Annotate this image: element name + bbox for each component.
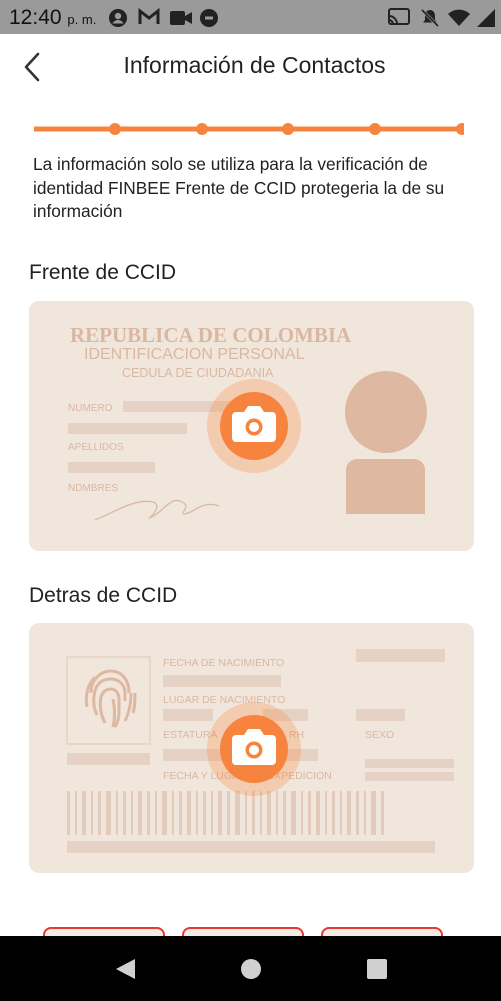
signal-icon: [477, 9, 495, 27]
gmail-icon: [138, 8, 160, 24]
nav-recents-icon[interactable]: [366, 958, 388, 980]
front-camera-button[interactable]: [207, 379, 301, 473]
front-field-numero: NUMERO: [68, 403, 113, 414]
front-section-label: Frente de CCID: [29, 261, 177, 284]
barcode-bar: [123, 791, 126, 835]
front-card-title2: IDENTIFICACION PERSONAL: [84, 346, 305, 363]
signature-sketch: [94, 499, 220, 521]
barcode-bar: [187, 791, 191, 835]
barcode-bar: [308, 791, 311, 835]
barcode-bar: [364, 791, 366, 835]
barcode-bar: [340, 791, 342, 835]
photo-body: [346, 459, 425, 514]
front-card-title3: CEDULA DE CIUDADANIA: [122, 366, 274, 380]
page-title: Información de Contactos: [123, 52, 386, 78]
barcode-bar: [179, 791, 182, 835]
record-icon: [200, 9, 218, 27]
progress-step-5: [456, 123, 464, 135]
barcode-bar: [162, 791, 167, 835]
barcode-bar: [211, 791, 213, 835]
barcode-bar: [147, 791, 150, 835]
progress-stepper: [34, 123, 464, 135]
barcode-bar: [267, 791, 271, 835]
barcode-bar: [203, 791, 206, 835]
barcode-bar: [252, 791, 255, 835]
barcode-bar: [155, 791, 157, 835]
barcode-bar: [75, 791, 77, 835]
back-camera-button[interactable]: [207, 702, 301, 796]
barcode-bar: [316, 791, 320, 835]
cast-icon: [388, 8, 410, 25]
notifications-off-icon: [420, 8, 440, 28]
barcode-bar: [381, 791, 384, 835]
barcode-bar: [301, 791, 303, 835]
barcode-bar: [245, 791, 247, 835]
front-id-card-upload[interactable]: REPUBLICA DE COLOMBIA IDENTIFICACION PER…: [29, 301, 474, 551]
app-bar: Información de Contactos: [0, 34, 501, 100]
camera-icon: [232, 406, 276, 442]
barcode-bar: [138, 791, 142, 835]
progress-step-3: [282, 123, 294, 135]
barcode-bar: [172, 791, 174, 835]
barcode-bar: [325, 791, 327, 835]
barcode-bar: [283, 791, 286, 835]
front-card-title1: REPUBLICA DE COLOMBIA: [70, 323, 352, 347]
camera-icon: [232, 729, 276, 765]
barcode-bar: [235, 791, 240, 835]
progress-step-4: [369, 123, 381, 135]
barcode-bar: [227, 791, 230, 835]
photo-head: [345, 371, 427, 453]
back-field-sexo: SEXO: [365, 729, 394, 741]
system-nav-bar: [0, 936, 501, 1001]
barcode-bar: [91, 791, 93, 835]
wifi-icon: [448, 9, 470, 26]
barcode-bar: [131, 791, 133, 835]
next-section-peek: [0, 925, 501, 936]
barcode-bar: [98, 791, 101, 835]
barcode-bar: [347, 791, 351, 835]
progress-step-1: [109, 123, 121, 135]
nav-back-icon[interactable]: [113, 957, 137, 981]
barcode-bar: [218, 791, 222, 835]
upload-tile-3[interactable]: [321, 927, 443, 936]
front-field-nombres: NDMBRES: [68, 483, 118, 494]
nav-home-icon[interactable]: [240, 958, 262, 980]
barcode-bar: [371, 791, 376, 835]
info-description: La información solo se utiliza para la v…: [33, 154, 445, 221]
upload-tile-1[interactable]: [43, 927, 165, 936]
upload-tile-2[interactable]: [182, 927, 304, 936]
front-field-apellidos: APELLIDOS: [68, 442, 124, 453]
barcode-bar: [116, 791, 118, 835]
account-icon: [109, 9, 127, 27]
barcode-bar: [106, 791, 111, 835]
barcode: [67, 791, 384, 835]
barcode-bar: [332, 791, 335, 835]
barcode-bar: [276, 791, 278, 835]
back-field-fecha-nacimiento: FECHA DE NACIMIENTO: [163, 657, 284, 669]
progress-step-2: [196, 123, 208, 135]
status-time: 12:40 p. m.: [9, 6, 97, 29]
barcode-bar: [356, 791, 359, 835]
status-bar: 12:40 p. m.: [0, 0, 501, 34]
back-section-label: Detras de CCID: [29, 584, 178, 607]
barcode-bar: [260, 791, 262, 835]
fingerprint-icon: [84, 669, 137, 728]
video-icon: [170, 11, 192, 25]
barcode-bar: [82, 791, 86, 835]
back-id-card-upload[interactable]: FECHA DE NACIMIENTO LUGAR DE NACIMIENTO …: [29, 623, 474, 873]
barcode-bar: [67, 791, 70, 835]
barcode-bar: [196, 791, 198, 835]
barcode-bar: [291, 791, 296, 835]
